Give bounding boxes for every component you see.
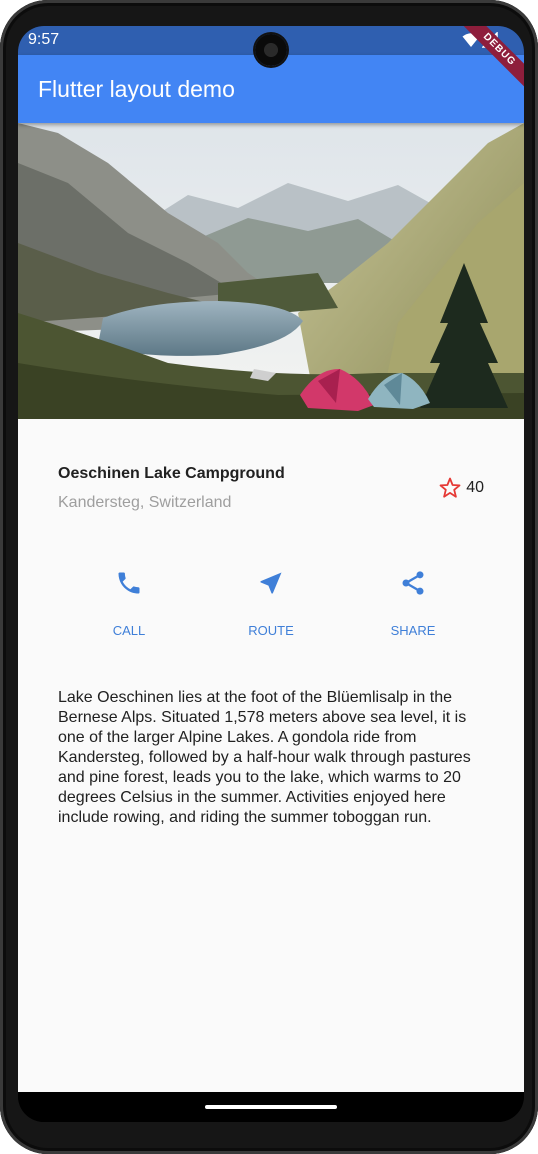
call-button[interactable]: CALL	[74, 569, 184, 638]
share-label: SHARE	[390, 623, 436, 638]
route-label: ROUTE	[248, 623, 294, 638]
place-location: Kandersteg, Switzerland	[58, 494, 232, 511]
route-button[interactable]: ROUTE	[216, 569, 326, 638]
status-time: 9:57	[28, 31, 60, 48]
navigation-icon[interactable]	[216, 569, 326, 601]
phone-frame: 9:57 Flutter layout demo DEBUG Oeschinen…	[0, 0, 538, 1154]
phone-icon[interactable]	[74, 569, 184, 601]
action-buttons-row: CALL ROUTE SHARE	[58, 569, 484, 649]
navigation-bar	[18, 1092, 524, 1122]
call-label: CALL	[112, 623, 146, 638]
place-name: Oeschinen Lake Campground	[58, 465, 285, 482]
app-title: Flutter layout demo	[38, 76, 235, 102]
description-text: Lake Oeschinen lies at the foot of the B…	[58, 689, 471, 826]
home-indicator[interactable]	[205, 1105, 337, 1109]
rating-count: 40	[466, 479, 484, 496]
share-button[interactable]: SHARE	[358, 569, 468, 638]
content-area: Oeschinen Lake Campground Kandersteg, Sw…	[18, 419, 524, 1092]
screen: 9:57 Flutter layout demo DEBUG Oeschinen…	[18, 26, 524, 1122]
title-section: Oeschinen Lake Campground Kandersteg, Sw…	[58, 465, 484, 525]
share-icon[interactable]	[358, 569, 468, 601]
lake-landscape-illustration	[18, 123, 524, 419]
lake-hero-image	[18, 123, 524, 419]
star-outline-icon[interactable]	[438, 476, 462, 500]
front-camera	[255, 34, 287, 66]
favorite-rating[interactable]: 40	[438, 476, 484, 500]
